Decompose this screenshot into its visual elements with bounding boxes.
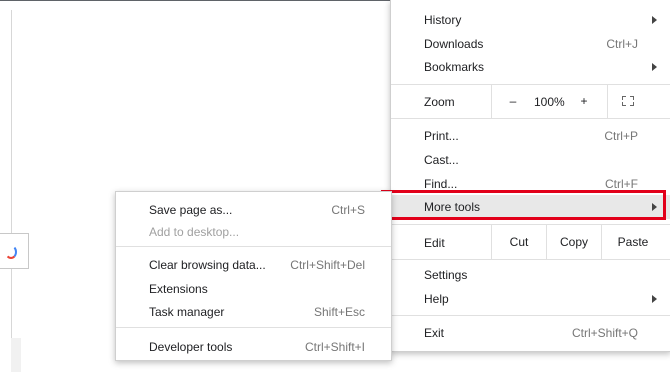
submenu-arrow-icon xyxy=(652,295,657,303)
copy-button[interactable]: Copy xyxy=(547,225,601,259)
more-tools-submenu: Save page as... Ctrl+S Add to desktop...… xyxy=(115,191,392,361)
zoom-level: 100% xyxy=(534,95,565,109)
menu-item-exit[interactable]: Exit Ctrl+Shift+Q xyxy=(391,321,670,345)
page-content-edge xyxy=(11,10,12,372)
submenu-item-task-manager[interactable]: Task manager Shift+Esc xyxy=(116,299,391,323)
zoom-divider xyxy=(491,85,492,118)
menu-item-cast[interactable]: Cast... xyxy=(391,148,670,172)
page-footer-fragment xyxy=(11,338,21,372)
menu-item-label: Help xyxy=(424,292,449,306)
zoom-out-button[interactable]: – xyxy=(506,94,520,108)
edit-row: Edit Cut Copy Paste xyxy=(391,225,670,259)
menu-item-label: Bookmarks xyxy=(424,60,485,74)
zoom-in-button[interactable]: + xyxy=(577,94,591,108)
menu-item-label: Print... xyxy=(424,129,459,143)
menu-divider xyxy=(391,315,670,316)
menu-item-label: Cast... xyxy=(424,153,459,167)
shortcut-label: Ctrl+S xyxy=(331,203,365,217)
menu-divider xyxy=(391,259,670,260)
menu-item-label: Extensions xyxy=(149,282,208,296)
menu-divider xyxy=(116,246,391,247)
shortcut-label: Shift+Esc xyxy=(313,305,365,319)
menu-item-label: Downloads xyxy=(424,37,484,51)
shortcut-label: Ctrl+Shift+Q xyxy=(571,326,638,340)
submenu-item-developer-tools[interactable]: Developer tools Ctrl+Shift+I xyxy=(116,334,391,358)
submenu-arrow-icon xyxy=(652,63,657,71)
shortcut-label: Ctrl+Shift+I xyxy=(304,340,365,354)
cut-button[interactable]: Cut xyxy=(492,225,546,259)
menu-item-label: Settings xyxy=(424,268,468,282)
menu-item-label: Save page as... xyxy=(149,203,233,217)
menu-item-bookmarks[interactable]: Bookmarks xyxy=(391,55,670,79)
shortcut-label: Ctrl+F xyxy=(605,177,638,191)
submenu-item-save-page[interactable]: Save page as... Ctrl+S xyxy=(116,197,391,221)
shortcut-label: Ctrl+Shift+Del xyxy=(290,258,365,272)
zoom-label: Zoom xyxy=(424,95,455,109)
menu-item-downloads[interactable]: Downloads Ctrl+J xyxy=(391,32,670,56)
menu-item-history[interactable]: History xyxy=(391,8,670,32)
submenu-arrow-icon xyxy=(652,16,657,24)
menu-item-settings[interactable]: Settings xyxy=(391,263,670,287)
menu-item-label: Exit xyxy=(424,326,445,340)
menu-divider xyxy=(391,118,670,119)
submenu-item-clear-browsing-data[interactable]: Clear browsing data... Ctrl+Shift+Del xyxy=(116,252,391,276)
submenu-item-add-to-desktop: Add to desktop... xyxy=(116,219,391,243)
edit-label: Edit xyxy=(424,236,445,250)
menu-item-label: Developer tools xyxy=(149,340,233,354)
zoom-divider xyxy=(607,85,608,118)
menu-item-label: Add to desktop... xyxy=(149,225,240,239)
google-logo-icon xyxy=(0,233,29,269)
menu-item-help[interactable]: Help xyxy=(391,287,670,311)
shortcut-label: Ctrl+J xyxy=(606,37,638,51)
paste-button[interactable]: Paste xyxy=(602,225,664,259)
menu-divider xyxy=(116,327,391,328)
zoom-row: Zoom – 100% + xyxy=(391,85,670,118)
chrome-main-menu: History Downloads Ctrl+J Bookmarks Zoom … xyxy=(390,0,670,352)
menu-item-label: Find... xyxy=(424,177,458,191)
highlight-annotation xyxy=(381,190,666,220)
menu-item-label: History xyxy=(424,13,462,27)
submenu-item-extensions[interactable]: Extensions xyxy=(116,276,391,300)
menu-item-print[interactable]: Print... Ctrl+P xyxy=(391,124,670,148)
menu-item-label: Task manager xyxy=(149,305,225,319)
menu-item-label: Clear browsing data... xyxy=(149,258,266,272)
shortcut-label: Ctrl+P xyxy=(604,129,638,143)
fullscreen-icon[interactable] xyxy=(622,96,634,106)
